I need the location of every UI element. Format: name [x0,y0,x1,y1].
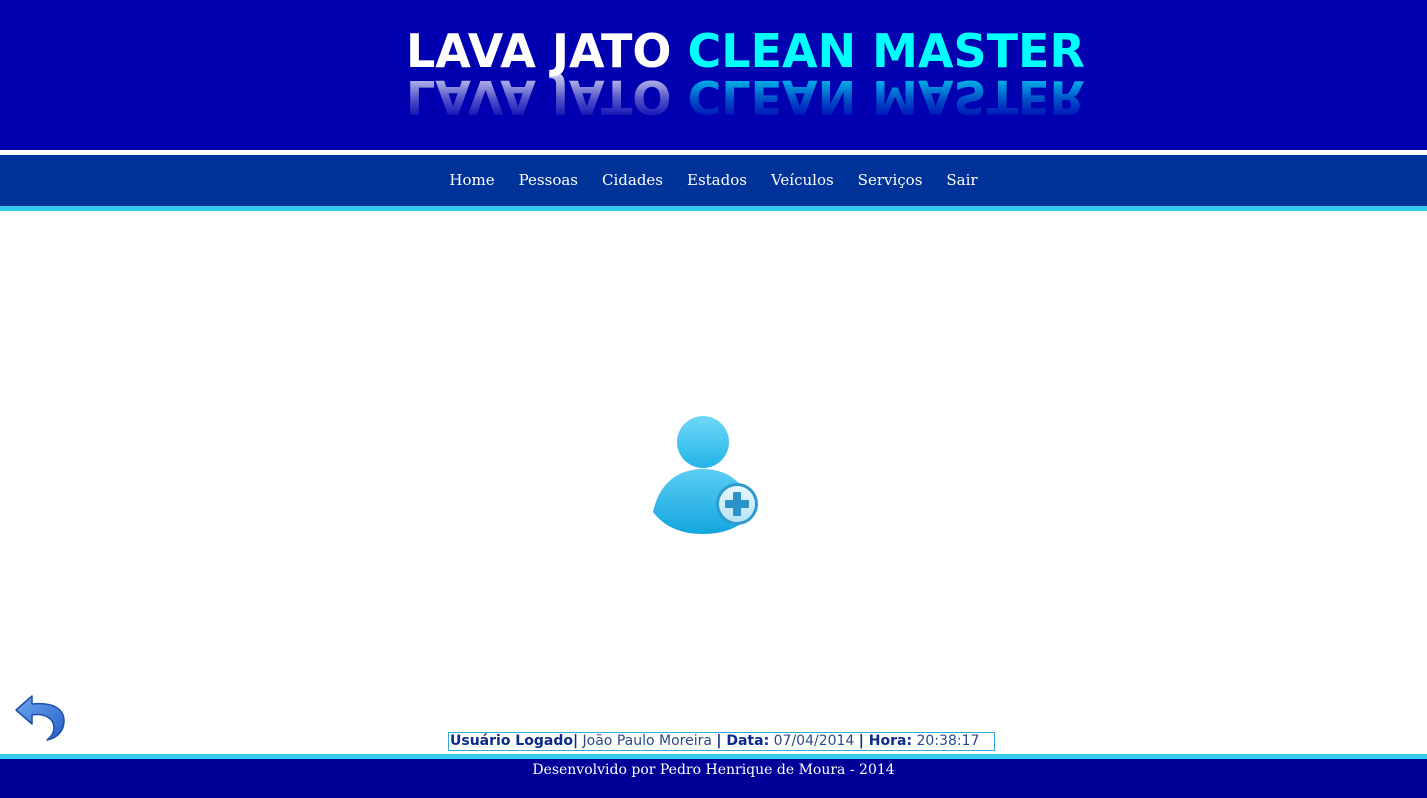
nav-item-pessoas[interactable]: Pessoas [507,155,590,206]
user-add-icon[interactable] [651,414,761,536]
back-undo-icon[interactable] [14,690,68,742]
nav-item-sair[interactable]: Sair [934,155,989,206]
logo-text: LAVA JATO CLEAN MASTER [406,26,1085,76]
status-bar: Usuário Logado| João Paulo Moreira | Dat… [448,732,995,751]
nav-accent-stripe [0,206,1427,211]
logo-reflection: LAVA JATO CLEAN MASTER [406,70,1085,124]
date-value: 07/04/2014 [773,733,855,749]
logged-user-label: Usuário Logado| [450,733,579,749]
nav-item-home[interactable]: Home [437,155,506,206]
nav-item-cidades[interactable]: Cidades [590,155,675,206]
time-label: | Hora: [858,733,913,749]
nav-item-servicos[interactable]: Serviços [846,155,935,206]
logged-user-name: João Paulo Moreira [582,733,712,749]
logo-word-lava-jato: LAVA JATO [406,24,672,78]
nav-item-estados[interactable]: Estados [675,155,759,206]
date-label: | Data: [716,733,770,749]
time-value: 20:38:17 [916,733,980,749]
site-logo: LAVA JATO CLEAN MASTER LAVA JATO CLEAN M… [406,26,1085,126]
main-nav: Home Pessoas Cidades Estados Veículos Se… [0,155,1427,206]
site-footer: Desenvolvido por Pedro Henrique de Moura… [0,759,1427,798]
nav-item-veiculos[interactable]: Veículos [759,155,846,206]
site-header: LAVA JATO CLEAN MASTER LAVA JATO CLEAN M… [0,0,1427,150]
footer-credit: Desenvolvido por Pedro Henrique de Moura… [532,762,895,778]
logo-word-clean-master: CLEAN MASTER [687,24,1085,78]
